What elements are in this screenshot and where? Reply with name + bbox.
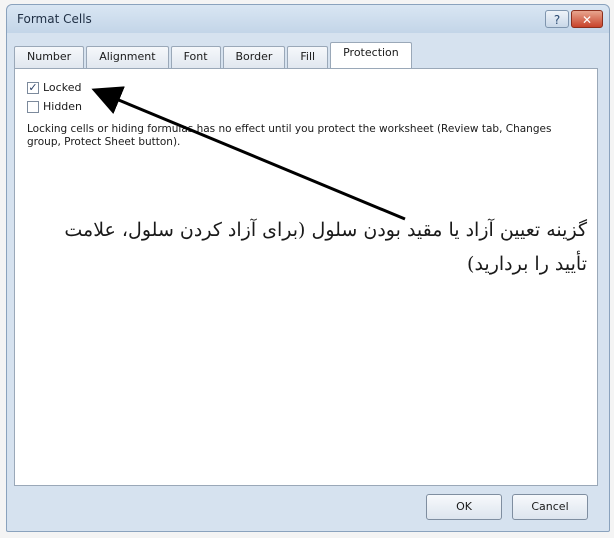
locked-label: Locked: [43, 81, 82, 94]
dialog-title: Format Cells: [17, 12, 92, 26]
ok-button[interactable]: OK: [426, 494, 502, 520]
protection-note: Locking cells or hiding formulas has no …: [27, 123, 552, 148]
close-button[interactable]: ✕: [571, 10, 603, 28]
help-button[interactable]: ?: [545, 10, 569, 28]
locked-option[interactable]: ✓ Locked: [27, 81, 81, 94]
cancel-button[interactable]: Cancel: [512, 494, 588, 520]
tab-alignment[interactable]: Alignment: [86, 46, 169, 68]
hidden-checkbox[interactable]: [27, 100, 39, 113]
protection-panel: ✓ Locked Hidden Locking cells or hiding …: [14, 68, 598, 486]
tab-fill[interactable]: Fill: [287, 46, 329, 68]
tab-font[interactable]: Font: [170, 46, 221, 68]
arrow-line: [91, 86, 406, 221]
tab-number[interactable]: Number: [14, 46, 85, 68]
hidden-label: Hidden: [43, 100, 83, 113]
title-bar[interactable]: Format Cells ? ✕: [7, 5, 609, 33]
tab-border[interactable]: Border: [222, 46, 286, 68]
annotation-text: گزینه تعیین آزاد یا مقید بودن سلول (برای…: [64, 219, 587, 275]
help-icon: ?: [553, 13, 561, 27]
hidden-option[interactable]: Hidden: [27, 100, 82, 113]
locked-checkbox[interactable]: ✓: [27, 81, 39, 94]
tab-protection[interactable]: Protection: [330, 42, 412, 68]
close-icon: ✕: [581, 13, 593, 27]
tab-strip: Number Alignment Font Border Fill Protec…: [14, 42, 414, 68]
